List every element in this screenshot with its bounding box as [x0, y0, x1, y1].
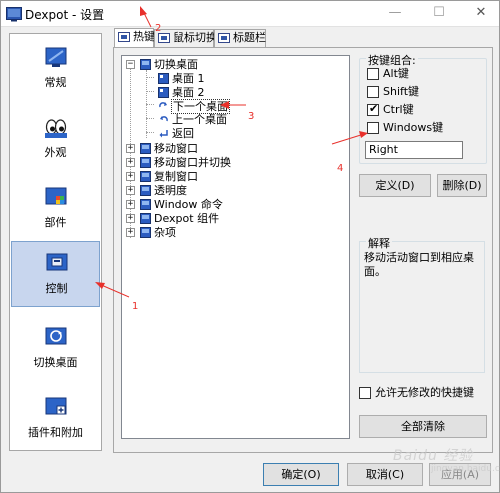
- nav-item-components[interactable]: 部件: [11, 176, 100, 242]
- desktop-icon: [158, 73, 169, 84]
- tree-line: [146, 91, 154, 92]
- expand-toggle[interactable]: +: [126, 144, 135, 153]
- nav-item-switch-desktop[interactable]: 切换桌面: [11, 316, 100, 382]
- delete-button[interactable]: 删除(D): [437, 174, 487, 197]
- shift-checkbox[interactable]: Shift键: [367, 85, 447, 99]
- folder-icon: [140, 157, 151, 168]
- baidu-watermark-url: jingyan.baidu.com: [431, 464, 500, 474]
- nav-label-components: 部件: [44, 216, 67, 229]
- explanation-title: 解释: [366, 235, 392, 251]
- alt-checkbox[interactable]: Alt键: [367, 67, 447, 81]
- tab-titlebar[interactable]: 标题栏: [214, 29, 266, 47]
- tree-line: [146, 132, 154, 133]
- folder-icon: [140, 185, 151, 196]
- settings-nav: 常规 外观 部件 控制 切换桌面 插件和附加: [9, 33, 102, 451]
- titlebar-icon: [218, 33, 230, 43]
- nav-label-control: 控制: [45, 282, 68, 295]
- clear-all-button[interactable]: 全部清除: [359, 415, 487, 438]
- keyboard-icon: [118, 32, 130, 42]
- tree-leaf-next-desktop[interactable]: 下一个桌面: [158, 99, 308, 114]
- annotation-1: 1: [132, 301, 139, 312]
- tree-node-transparency[interactable]: + 透明度: [126, 184, 326, 197]
- next-arrow-icon: [159, 102, 167, 108]
- folder-icon: [140, 227, 151, 238]
- folder-icon: [140, 143, 151, 154]
- nav-item-control[interactable]: 控制: [11, 241, 100, 307]
- eyes-icon: [45, 119, 67, 138]
- tree-node-copy-window[interactable]: + 复制窗口: [126, 170, 326, 183]
- dexpot-app-icon: [6, 7, 22, 22]
- components-icon: [45, 187, 67, 205]
- tree-leaf-desktop-2[interactable]: 桌面 2: [158, 86, 308, 99]
- tab-mouse-switch[interactable]: 鼠标切换: [154, 29, 217, 47]
- cancel-button[interactable]: 取消(C): [347, 463, 423, 486]
- plugins-icon: [45, 397, 67, 415]
- control-icon: [46, 253, 68, 271]
- hotkey-tree[interactable]: − 切换桌面 桌面 1 桌面 2 下一个桌面 上一个桌面 返回 + 移动窗口 +…: [121, 55, 350, 439]
- tree-node-move-window[interactable]: + 移动窗口: [126, 142, 326, 155]
- close-button[interactable]: ✕: [471, 4, 491, 22]
- expand-toggle[interactable]: +: [126, 172, 135, 181]
- nav-label-appearance: 外观: [44, 146, 67, 159]
- ok-button[interactable]: 确定(O): [263, 463, 339, 486]
- allow-unmodified-checkbox[interactable]: 允许无修改的快捷键: [359, 386, 489, 400]
- expand-toggle[interactable]: +: [126, 186, 135, 195]
- tab-hotkeys[interactable]: 热键: [114, 28, 155, 48]
- expand-toggle[interactable]: +: [126, 200, 135, 209]
- tree-line: [146, 77, 154, 78]
- window-title: Dexpot - 设置: [25, 8, 105, 22]
- expand-toggle[interactable]: +: [126, 158, 135, 167]
- explanation-text: 移动活动窗口到相应桌面。: [364, 251, 474, 278]
- tree-leaf-desktop-1[interactable]: 桌面 1: [158, 72, 308, 85]
- tree-leaf-back[interactable]: 返回: [158, 127, 308, 140]
- mouse-icon: [158, 33, 170, 43]
- baidu-watermark: Baidu 经验: [393, 448, 474, 464]
- folder-icon: [140, 199, 151, 210]
- prev-arrow-icon: [160, 116, 168, 122]
- nav-label-switch-desktop: 切换桌面: [33, 356, 78, 369]
- key-combo-title: 按键组合:: [366, 52, 418, 68]
- windows-checkbox[interactable]: Windows键: [367, 121, 467, 135]
- ctrl-checkbox[interactable]: Ctrl键: [367, 102, 447, 117]
- minimize-button[interactable]: —: [385, 4, 405, 22]
- hotkey-input[interactable]: Right: [365, 141, 463, 159]
- nav-item-appearance[interactable]: 外观: [11, 106, 100, 172]
- nav-label-plugins: 插件和附加: [28, 426, 83, 439]
- desktop-icon: [158, 87, 169, 98]
- nav-label-general: 常规: [44, 76, 67, 89]
- general-icon: [45, 47, 67, 67]
- tree-node-window-commands[interactable]: + Window 命令: [126, 198, 326, 211]
- settings-window: Dexpot - 设置 — ☐ ✕ 常规 外观 部件 控制 切换桌面 插件和附加…: [0, 0, 500, 493]
- tree-node-dexpot-components[interactable]: + Dexpot 组件: [126, 212, 326, 225]
- tree-node-misc[interactable]: + 杂项: [126, 226, 326, 239]
- checkmark-icon: [367, 102, 379, 116]
- annotation-2: 2: [155, 23, 162, 34]
- folder-icon: [140, 171, 151, 182]
- switch-desktop-icon: [45, 327, 67, 345]
- tree-leaf-prev-desktop[interactable]: 上一个桌面: [158, 113, 308, 126]
- nav-item-general[interactable]: 常规: [11, 36, 100, 102]
- folder-icon: [140, 59, 151, 70]
- tree-line: [146, 118, 154, 119]
- expand-toggle[interactable]: +: [126, 228, 135, 237]
- tree-line: [146, 104, 154, 105]
- collapse-toggle[interactable]: −: [126, 60, 135, 69]
- define-button[interactable]: 定义(D): [359, 174, 431, 197]
- nav-item-plugins[interactable]: 插件和附加: [11, 386, 100, 452]
- annotation-3: 3: [248, 111, 255, 122]
- expand-toggle[interactable]: +: [126, 214, 135, 223]
- folder-icon: [140, 213, 151, 224]
- tree-node-switch-desktop[interactable]: − 切换桌面: [126, 58, 306, 71]
- title-bar: Dexpot - 设置 — ☐ ✕: [1, 1, 499, 27]
- back-arrow-icon: [159, 130, 168, 138]
- tree-node-move-window-switch[interactable]: + 移动窗口并切换: [126, 156, 326, 169]
- maximize-button[interactable]: ☐: [429, 4, 449, 22]
- annotation-4: 4: [337, 163, 344, 174]
